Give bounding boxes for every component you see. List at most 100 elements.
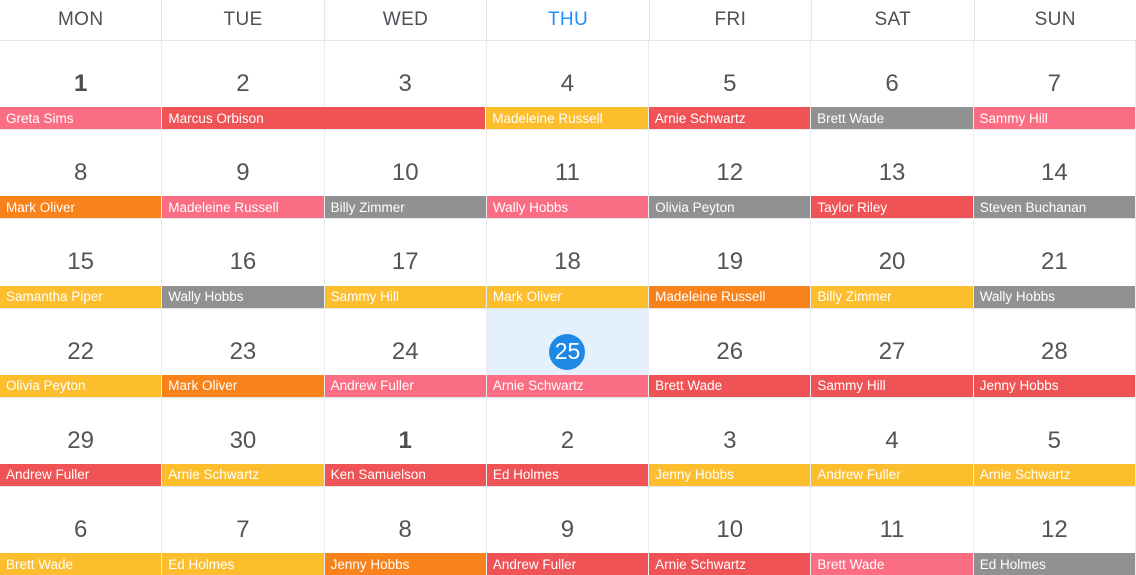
- event-slot: Samantha Piper: [0, 285, 162, 308]
- event-slot: Madeleine Russell: [649, 285, 811, 308]
- event-bar[interactable]: Arnie Schwartz: [162, 463, 324, 486]
- event-slot: Billy Zimmer: [324, 196, 487, 219]
- event-bar[interactable]: Ed Holmes: [162, 553, 324, 575]
- weekday-header-sun[interactable]: SUN: [974, 0, 1136, 40]
- event-slot: Jenny Hobbs: [649, 463, 811, 486]
- event-bar[interactable]: Mark Oliver: [486, 285, 649, 308]
- event-slot: Marcus Orbison: [162, 107, 486, 130]
- weekday-header-fri[interactable]: FRI: [649, 0, 813, 40]
- event-bar[interactable]: Olivia Peyton: [649, 196, 811, 219]
- event-bar[interactable]: Jenny Hobbs: [973, 374, 1135, 397]
- event-slot: Olivia Peyton: [0, 374, 162, 397]
- event-bar[interactable]: Marcus Orbison: [162, 107, 486, 130]
- week-row: 1 2 3 4 5 6 7 Greta Sims Marcus Orbison Madeleine…: [0, 41, 1136, 131]
- event-slot: Mark Oliver: [0, 196, 162, 219]
- event-bar[interactable]: Wally Hobbs: [486, 196, 649, 219]
- event-bar[interactable]: Taylor Riley: [811, 196, 973, 219]
- event-bar[interactable]: Arnie Schwartz: [486, 374, 649, 397]
- event-slot: Andrew Fuller: [324, 374, 487, 397]
- event-bar[interactable]: Ken Samuelson: [324, 463, 486, 486]
- weekday-header-row: MON TUE WED THU FRI SAT SUN: [0, 0, 1136, 41]
- events-layer: Andrew Fuller Arnie Schwartz Ken Samuelson…: [0, 463, 1136, 486]
- event-slot: Andrew Fuller: [486, 553, 649, 575]
- event-bar[interactable]: Andrew Fuller: [324, 374, 486, 397]
- event-slot: Andrew Fuller: [811, 463, 973, 486]
- event-slot: Ed Holmes: [486, 463, 649, 486]
- event-slot: Wally Hobbs: [162, 285, 324, 308]
- week-row: 8 9 10 11 12 13 14 Mark Oliver Madeleine Russell…: [0, 130, 1136, 220]
- event-slot: Mark Oliver: [486, 285, 649, 308]
- event-slot: Andrew Fuller: [0, 463, 162, 486]
- event-slot: Arnie Schwartz: [648, 107, 811, 130]
- month-calendar: MON TUE WED THU FRI SAT SUN 1 2 3 4 5 6 7 Greta Sims M…: [0, 0, 1136, 575]
- event-bar[interactable]: Brett Wade: [0, 553, 162, 575]
- event-slot: Brett Wade: [811, 553, 973, 575]
- event-slot: Mark Oliver: [162, 374, 324, 397]
- event-bar[interactable]: Wally Hobbs: [973, 285, 1135, 308]
- event-bar[interactable]: Arnie Schwartz: [648, 107, 811, 130]
- weekday-header-wed[interactable]: WED: [324, 0, 488, 40]
- event-bar[interactable]: Greta Sims: [0, 107, 162, 130]
- event-bar[interactable]: Madeleine Russell: [649, 285, 811, 308]
- event-slot: Ed Holmes: [162, 553, 324, 575]
- event-slot: Brett Wade: [649, 374, 811, 397]
- event-bar[interactable]: Sammy Hill: [973, 107, 1135, 130]
- event-slot: Arnie Schwartz: [649, 553, 811, 575]
- events-layer: Brett Wade Ed Holmes Jenny Hobbs Andrew Ful…: [0, 553, 1136, 575]
- event-bar[interactable]: Andrew Fuller: [486, 553, 649, 575]
- event-slot: Taylor Riley: [811, 196, 973, 219]
- calendar-weeks: 1 2 3 4 5 6 7 Greta Sims Marcus Orbison Madeleine…: [0, 41, 1136, 575]
- event-slot: Jenny Hobbs: [973, 374, 1136, 397]
- event-bar[interactable]: Ed Holmes: [973, 553, 1135, 575]
- event-bar[interactable]: Wally Hobbs: [162, 285, 324, 308]
- event-bar[interactable]: Arnie Schwartz: [649, 553, 811, 575]
- event-slot: Ken Samuelson: [324, 463, 487, 486]
- event-slot: Sammy Hill: [811, 374, 973, 397]
- weekday-header-mon[interactable]: MON: [0, 0, 163, 40]
- event-bar[interactable]: Olivia Peyton: [0, 374, 162, 397]
- event-slot: Madeleine Russell: [162, 196, 324, 219]
- event-bar[interactable]: Mark Oliver: [162, 374, 324, 397]
- event-bar[interactable]: Sammy Hill: [811, 374, 973, 397]
- event-slot: Olivia Peyton: [649, 196, 811, 219]
- event-bar[interactable]: Brett Wade: [811, 107, 973, 130]
- event-slot: Greta Sims: [0, 107, 162, 130]
- week-row: 6 7 8 9 10 11 12 Brett Wade Ed Holmes Jenny Hobbs…: [0, 486, 1136, 575]
- event-bar[interactable]: Billy Zimmer: [324, 196, 486, 219]
- event-slot: Arnie Schwartz: [162, 463, 324, 486]
- event-bar[interactable]: Jenny Hobbs: [649, 463, 811, 486]
- event-slot: Sammy Hill: [973, 107, 1136, 130]
- week-row: 22 23 24 25 26 27 28 Olivia Peyton Mark Oliver An…: [0, 308, 1136, 398]
- event-bar[interactable]: Jenny Hobbs: [324, 553, 486, 575]
- event-bar[interactable]: Andrew Fuller: [0, 463, 162, 486]
- event-slot: Steven Buchanan: [973, 196, 1136, 219]
- event-bar[interactable]: Billy Zimmer: [811, 285, 973, 308]
- event-bar[interactable]: Brett Wade: [649, 374, 811, 397]
- event-bar[interactable]: Ed Holmes: [486, 463, 649, 486]
- events-layer: Greta Sims Marcus Orbison Madeleine Russel…: [0, 107, 1136, 130]
- today-badge: 25: [549, 333, 586, 370]
- weekday-header-tue[interactable]: TUE: [162, 0, 325, 40]
- weekday-header-thu[interactable]: THU: [487, 0, 650, 40]
- event-slot: Jenny Hobbs: [324, 553, 487, 575]
- event-slot: Ed Holmes: [973, 553, 1136, 575]
- event-bar[interactable]: Brett Wade: [811, 553, 973, 575]
- event-bar[interactable]: Samantha Piper: [0, 285, 162, 308]
- event-slot: Brett Wade: [0, 553, 162, 575]
- events-layer: Samantha Piper Wally Hobbs Sammy Hill Mark …: [0, 285, 1136, 308]
- events-layer: Olivia Peyton Mark Oliver Andrew Fuller Arn…: [0, 374, 1136, 397]
- event-bar[interactable]: Madeleine Russell: [486, 107, 648, 130]
- event-bar[interactable]: Andrew Fuller: [811, 463, 973, 486]
- weekday-header-sat[interactable]: SAT: [812, 0, 975, 40]
- event-slot: Arnie Schwartz: [486, 374, 649, 397]
- events-layer: Mark Oliver Madeleine Russell Billy Zimmer…: [0, 196, 1136, 219]
- event-bar[interactable]: Madeleine Russell: [162, 196, 324, 219]
- event-bar[interactable]: Steven Buchanan: [973, 196, 1135, 219]
- event-bar[interactable]: Sammy Hill: [324, 285, 486, 308]
- week-row: 15 16 17 18 19 20 21 Samantha Piper Wally Hobbs S…: [0, 219, 1136, 309]
- event-bar[interactable]: Mark Oliver: [0, 196, 162, 219]
- event-slot: Madeleine Russell: [486, 107, 648, 130]
- event-slot: Billy Zimmer: [811, 285, 973, 308]
- event-bar[interactable]: Arnie Schwartz: [973, 463, 1135, 486]
- event-slot: Wally Hobbs: [973, 285, 1136, 308]
